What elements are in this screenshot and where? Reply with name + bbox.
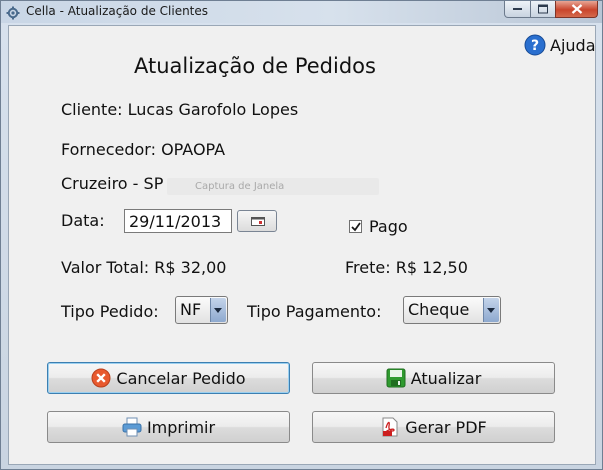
cancel-order-button[interactable]: Cancelar Pedido <box>47 362 290 394</box>
tipo-pagamento-label: Tipo Pagamento: <box>247 302 382 321</box>
generate-pdf-button[interactable]: Gerar PDF <box>312 411 555 443</box>
tipo-pedido-value: NF <box>180 300 202 319</box>
checkmark-icon <box>351 222 361 232</box>
tipo-pedido-select[interactable]: NF <box>175 296 228 324</box>
date-field[interactable] <box>124 209 232 233</box>
update-button[interactable]: Atualizar <box>312 362 555 394</box>
location-label: Cruzeiro - SP <box>61 174 164 193</box>
maximize-button[interactable] <box>530 1 556 18</box>
help-label: Ajuda <box>550 35 596 55</box>
cancel-order-label: Cancelar Pedido <box>116 368 246 388</box>
cancel-icon <box>91 368 111 388</box>
print-button[interactable]: Imprimir <box>47 411 290 443</box>
tipo-pagamento-select[interactable]: Cheque <box>403 296 501 324</box>
tipo-pagamento-value: Cheque <box>408 300 470 319</box>
chevron-down-icon <box>483 298 499 322</box>
page-title: Atualização de Pedidos <box>134 54 376 78</box>
save-icon <box>386 368 406 388</box>
form-panel: ? Ajuda Atualização de Pedidos Cliente: … <box>8 25 596 465</box>
cliente-label: Cliente: Lucas Garofolo Lopes <box>61 100 299 119</box>
frete-label: Frete: R$ 12,50 <box>345 258 468 277</box>
svg-text:?: ? <box>531 38 539 54</box>
update-label: Atualizar <box>410 368 482 388</box>
pago-label: Pago <box>369 217 408 236</box>
gear-icon <box>6 5 20 20</box>
print-label: Imprimir <box>146 417 216 437</box>
valor-total-label: Valor Total: R$ 32,00 <box>61 258 227 277</box>
tipo-pedido-label: Tipo Pedido: <box>61 302 159 321</box>
calendar-button[interactable] <box>237 210 277 232</box>
pago-checkbox[interactable] <box>349 220 362 233</box>
ghost-overlay-text: Captura de Janela <box>167 178 379 195</box>
minimize-button[interactable] <box>504 1 531 18</box>
window-title: Cella - Atualização de Clientes <box>26 4 209 18</box>
data-label: Data: <box>61 211 105 230</box>
title-bar[interactable]: Cella - Atualização de Clientes <box>1 1 602 23</box>
help-icon: ? <box>524 34 546 56</box>
fornecedor-label: Fornecedor: OPAOPA <box>61 140 226 159</box>
printer-icon <box>122 417 142 437</box>
close-button[interactable] <box>555 1 598 18</box>
generate-pdf-label: Gerar PDF <box>405 417 487 437</box>
calendar-icon <box>251 217 265 226</box>
pdf-icon <box>382 417 398 437</box>
help-link[interactable]: ? Ajuda <box>524 34 596 56</box>
app-window: Cella - Atualização de Clientes ? Ajuda … <box>0 0 603 470</box>
chevron-down-icon <box>210 298 226 322</box>
